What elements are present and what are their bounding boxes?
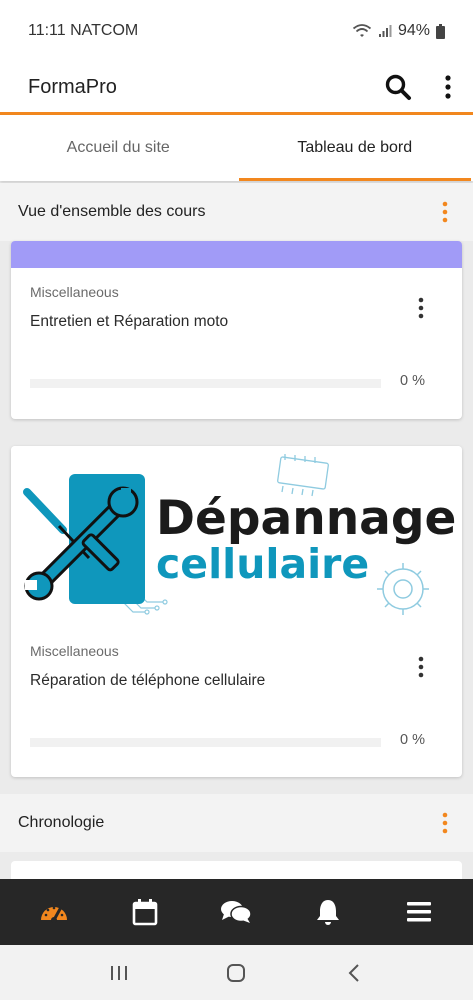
more-vert-icon (442, 812, 448, 834)
nav-calendar[interactable] (115, 882, 175, 942)
messages-icon (221, 901, 253, 923)
nav-main-menu[interactable] (389, 882, 449, 942)
signal-icon (378, 25, 392, 37)
wifi-icon (352, 24, 372, 37)
course-overview-header: Vue d'ensemble des cours (0, 183, 473, 241)
course-menu-button[interactable] (410, 293, 432, 323)
course-overview-menu-button[interactable] (417, 183, 473, 241)
course-image[interactable]: Dépannage cellulaire (11, 446, 462, 626)
status-indicators: 94% (352, 22, 445, 40)
status-time-carrier: 11:11 NATCOM (28, 22, 139, 39)
timeline-menu-button[interactable] (417, 794, 473, 852)
course-card[interactable]: Miscellaneous Entretien et Réparation mo… (11, 241, 462, 419)
course-progress-text: 0 % (400, 732, 425, 748)
timeline-header: Chronologie (0, 794, 473, 852)
home-icon (227, 963, 246, 982)
tab-site-home[interactable]: Accueil du site (0, 115, 237, 181)
course-category: Miscellaneous (30, 284, 119, 300)
course-name[interactable]: Réparation de téléphone cellulaire (30, 672, 265, 690)
battery-percent: 94% (397, 22, 430, 39)
course-banner (11, 241, 462, 268)
calendar-icon (132, 899, 158, 926)
course-menu-button[interactable] (410, 652, 432, 682)
course-overview-title: Vue d'ensemble des cours (18, 203, 206, 220)
chip-decoration-icon (277, 454, 329, 497)
timeline-title: Chronologie (18, 814, 105, 831)
more-vert-icon (442, 201, 448, 223)
nav-dashboard[interactable] (24, 882, 84, 942)
course-progress-bar (30, 738, 381, 747)
tab-dashboard[interactable]: Tableau de bord (237, 115, 473, 181)
system-navigation (0, 945, 473, 1000)
course-name[interactable]: Entretien et Réparation moto (30, 313, 228, 331)
app-bar: FormaPro (0, 62, 473, 112)
dashboard-icon (40, 906, 67, 923)
course-card[interactable]: Dépannage cellulaire Miscellaneous Répar… (11, 446, 462, 777)
course-progress-text: 0 % (400, 373, 425, 389)
nav-notifications[interactable] (298, 882, 358, 942)
menu-icon (407, 902, 432, 922)
battery-icon (436, 23, 445, 39)
course-category: Miscellaneous (30, 643, 119, 659)
home-button[interactable] (211, 948, 261, 998)
search-icon (385, 74, 411, 100)
more-options-button[interactable] (423, 65, 473, 109)
notifications-icon (316, 900, 339, 925)
back-icon (348, 963, 359, 982)
search-button[interactable] (373, 65, 423, 109)
bottom-navigation (0, 879, 473, 945)
course-image-title-line1: Dépannage (156, 491, 456, 546)
more-vert-icon (445, 75, 451, 99)
repair-tools-logo (23, 474, 145, 604)
app-title: FormaPro (28, 75, 117, 98)
course-progress-bar (30, 379, 381, 388)
course-image-title-line2: cellulaire (156, 540, 369, 588)
gear-decoration-icon (377, 563, 429, 615)
more-vert-icon (418, 297, 424, 319)
back-button[interactable] (329, 948, 379, 998)
nav-messages[interactable] (206, 882, 266, 942)
timeline-card (11, 861, 462, 881)
more-vert-icon (418, 656, 424, 678)
recent-apps-icon (110, 965, 127, 980)
tab-bar: Accueil du site Tableau de bord (0, 115, 473, 181)
recent-apps-button[interactable] (94, 948, 144, 998)
course-image-art: Dépannage cellulaire (23, 454, 456, 615)
status-bar: 11:11 NATCOM 94% (0, 0, 473, 62)
